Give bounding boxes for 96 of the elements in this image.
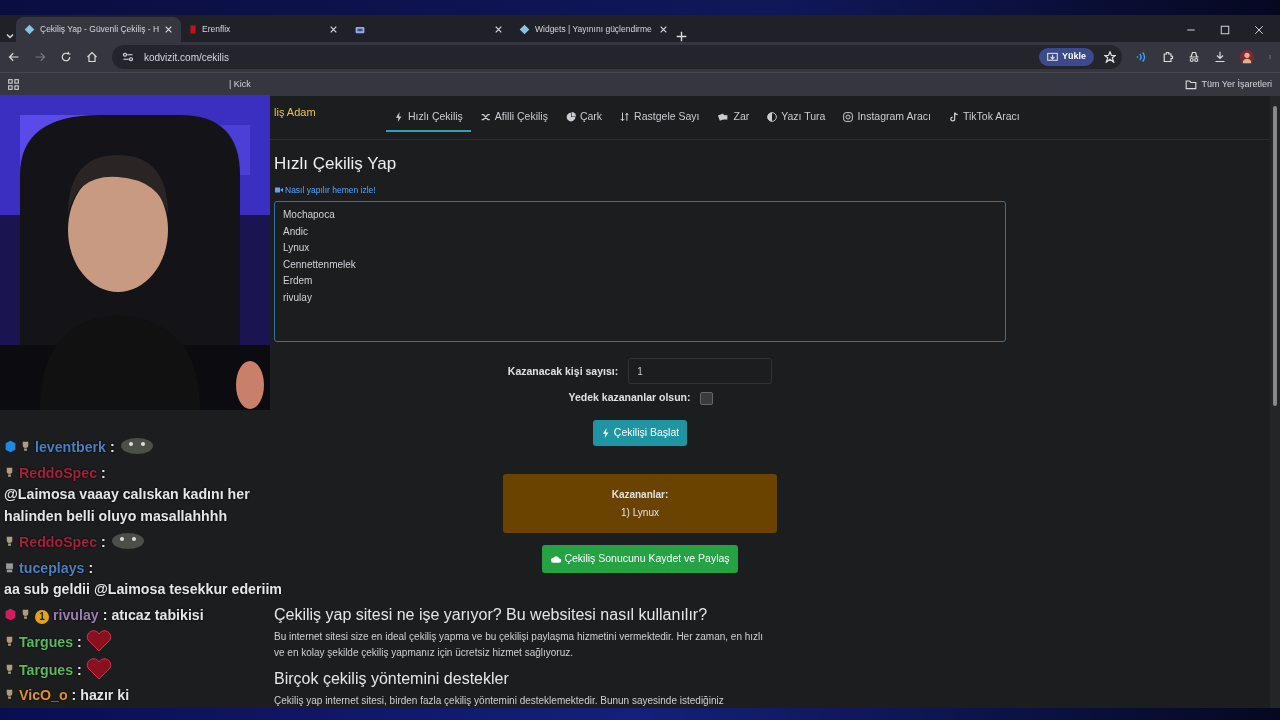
- nav-link[interactable]: Yazı Tura: [759, 102, 834, 133]
- profile-avatar-icon: [1240, 50, 1254, 64]
- dice-icon: [717, 111, 730, 122]
- chat-separator: :: [71, 687, 77, 703]
- heart-icon: [85, 630, 112, 652]
- section-heading: Çekiliş yap sitesi ne işe yarıyor? Bu websitesi nasıl kullanılır?: [274, 604, 709, 624]
- install-button[interactable]: Yükle: [1039, 48, 1094, 66]
- apps-grid-icon: [8, 79, 19, 90]
- nav-link[interactable]: Hızlı Çekiliş: [386, 102, 471, 133]
- checkbox[interactable]: [700, 391, 714, 405]
- install-icon: [1047, 51, 1058, 63]
- bookmark-star-icon: [1104, 51, 1116, 63]
- chat-separator: :: [77, 661, 82, 678]
- lightning-icon: [600, 428, 611, 438]
- trophy-icon: [4, 535, 15, 548]
- video-camera-icon: [274, 186, 284, 195]
- tiktok-icon: [948, 111, 959, 122]
- new-tab-icon: [676, 31, 687, 42]
- chat-username[interactable]: Targues: [19, 634, 74, 650]
- shuffle-icon: [480, 111, 491, 122]
- chat-message-text: aa sub geldii @Laimosa tesekkur ederiim: [4, 580, 283, 599]
- reload-icon: [60, 51, 72, 63]
- close-icon: [1254, 24, 1264, 35]
- maximize-icon: [1220, 24, 1230, 35]
- folder-icon: [1185, 79, 1198, 90]
- chat-message-text: @Laimosa vaaay calıskan kadını her halinden belli oluyo masallahhhh: [4, 485, 251, 526]
- broadcast-icon: [1136, 51, 1148, 63]
- nav-link[interactable]: Afilli Çekiliş: [472, 102, 556, 133]
- back-icon: [8, 51, 20, 63]
- extensions-icon: [1162, 51, 1174, 63]
- field-label: Kazanacak kişi sayısı:: [507, 363, 619, 379]
- half-circle-icon: [767, 111, 778, 122]
- winners-title: Kazananlar:: [610, 487, 670, 502]
- download-icon: [1214, 51, 1226, 63]
- bookmark-folder[interactable]: Tüm Yer İşaretleri: [1201, 77, 1272, 92]
- pie-chart-icon: [565, 111, 576, 122]
- section-heading: Birçok çekiliş yöntemini destekler: [274, 668, 510, 688]
- screen-icon: [354, 24, 366, 35]
- forward-icon: [34, 51, 46, 63]
- address-bar[interactable]: kodvizit.com/cekilis Yükle: [112, 45, 1122, 69]
- chat-separator: :: [88, 559, 94, 576]
- chat-message-text: atıcaz tabikisi: [111, 606, 204, 623]
- chat-username[interactable]: leventberk: [35, 439, 106, 455]
- browser-tab[interactable]: Erenflix: [181, 17, 346, 42]
- trophy-icon: [20, 440, 31, 453]
- nav-link[interactable]: Çark: [557, 102, 611, 133]
- instagram-icon: [843, 111, 854, 122]
- lightning-icon: [394, 111, 404, 122]
- sort-icon: [620, 111, 631, 122]
- trophy-icon: [4, 635, 15, 648]
- browser-tab[interactable]: Widgets | Yayınını güçlendirme: [511, 17, 676, 42]
- close-icon: [659, 25, 668, 34]
- page-title: Hızlı Çekiliş Yap: [274, 154, 398, 175]
- participants-field[interactable]: Mochapoca Andic Lynux Cennettenmelek Erdem rivulay: [274, 201, 1006, 343]
- robot-icon: [4, 560, 15, 574]
- close-icon: [329, 25, 338, 34]
- nav-link[interactable]: Rastgele Sayı: [612, 102, 708, 133]
- browser-tab[interactable]: Çekiliş Yap - Güvenli Çekiliş - H: [16, 17, 181, 42]
- incognito-icon: [1188, 51, 1200, 63]
- scrollbar[interactable]: [1270, 96, 1280, 708]
- section-text: Bu internet sitesi size en ideal çekiliş yapma ve bu çekilişi paylaşma hizmetini vermektedir. Her zaman, en hızlı ve en kolay şekilde çekiliş yapmanız için ücretsiz hizmet sağlıyoruz.: [274, 629, 765, 660]
- nav-link[interactable]: TikTok Aracı: [940, 102, 1028, 133]
- chat-separator: :: [109, 439, 115, 455]
- nav-link[interactable]: Instagram Aracı: [835, 102, 939, 133]
- field-label: Yedek kazananlar olsun:: [568, 390, 691, 406]
- close-icon: [164, 25, 174, 34]
- video-link[interactable]: Nasıl yapılır hemen izle!: [274, 184, 376, 197]
- close-icon: [494, 25, 503, 34]
- trophy-icon: [4, 465, 15, 479]
- chat-username[interactable]: rivulay: [53, 606, 99, 623]
- chat-separator: :: [101, 534, 106, 550]
- emote-icon: [109, 531, 146, 551]
- chat-username[interactable]: VicO_o: [19, 687, 68, 703]
- chat-separator: :: [101, 464, 106, 481]
- trophy-icon: [4, 688, 15, 701]
- nav-link[interactable]: Zar: [709, 102, 758, 133]
- winner-count-field[interactable]: 1: [628, 358, 773, 385]
- start-button[interactable]: Çekilişi Başlat: [592, 420, 688, 446]
- chat-username[interactable]: Targues: [19, 661, 74, 678]
- trophy-icon: [20, 607, 31, 621]
- site-settings-icon: [122, 51, 134, 63]
- chat-username[interactable]: tuceplays: [19, 559, 85, 576]
- winner-entry: 1) Lynux: [620, 505, 660, 520]
- home-icon: [86, 51, 98, 63]
- heart-icon: [85, 657, 112, 680]
- section-text: Çekiliş yap internet sitesi, birden fazla çekiliş yöntemini desteklemektedir. Bunun sayesinde istediğiniz: [274, 694, 725, 708]
- cloud-icon: [550, 553, 563, 564]
- diamond-icon: [519, 24, 530, 35]
- bookmark-item[interactable]: | Kick: [229, 77, 251, 92]
- diamond-icon: [24, 24, 35, 35]
- chat-separator: :: [102, 606, 108, 623]
- emote-icon: [118, 436, 155, 456]
- site-logo-text[interactable]: liş Adam: [274, 104, 386, 121]
- chat-separator: :: [77, 634, 82, 650]
- trophy-icon: [4, 662, 15, 676]
- chat-message-text: hazır ki: [80, 687, 130, 703]
